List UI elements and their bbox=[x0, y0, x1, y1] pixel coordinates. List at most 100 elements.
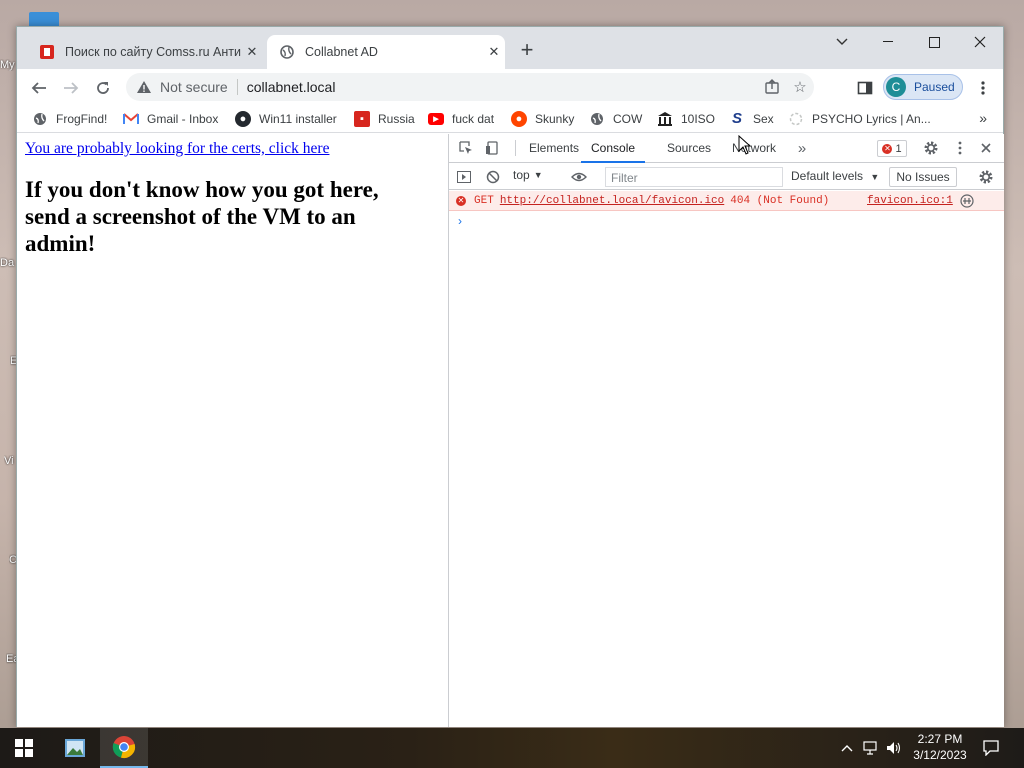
tab-close-icon[interactable]: ✕ bbox=[241, 44, 263, 60]
bookmark-label: Gmail - Inbox bbox=[147, 111, 219, 126]
dropdown-arrow-icon: ▼ bbox=[533, 170, 543, 180]
bookmark-russia[interactable]: ▪ Russia bbox=[354, 110, 415, 127]
clock-date: 3/12/2023 bbox=[913, 748, 967, 762]
close-window-button[interactable] bbox=[957, 27, 1003, 57]
certs-link[interactable]: You are probably looking for the certs, … bbox=[25, 140, 448, 158]
github-icon: ● bbox=[235, 110, 251, 127]
inspect-element-icon[interactable] bbox=[457, 139, 475, 157]
dropdown-arrow-icon: ▼ bbox=[870, 172, 880, 182]
tab-elements[interactable]: Elements bbox=[529, 141, 579, 163]
more-tabs-icon[interactable]: » bbox=[793, 139, 811, 157]
console-settings-gear-icon[interactable] bbox=[977, 168, 995, 186]
desktop-icon-label[interactable]: Da bbox=[0, 257, 16, 269]
log-levels-label: Default levels bbox=[791, 169, 864, 183]
bookmark-label: FrogFind! bbox=[56, 111, 108, 126]
console-toolbar: top ▼ Filter Default levels ▼ No Issues bbox=[449, 164, 1004, 190]
bookmark-label: fuck dat bbox=[452, 111, 495, 126]
side-panel-icon[interactable] bbox=[851, 74, 879, 102]
bookmark-label: PSYCHO Lyrics | An... bbox=[812, 111, 931, 126]
bookmark-gmail[interactable]: Gmail - Inbox bbox=[123, 111, 218, 127]
taskbar-chrome-app[interactable] bbox=[100, 728, 148, 768]
more-bookmarks-icon[interactable]: » bbox=[979, 110, 987, 126]
bookmark-star-icon[interactable]: ☆ bbox=[786, 73, 814, 101]
address-bar[interactable]: Not secure collabnet.local ☆ bbox=[126, 73, 814, 101]
warning-icon[interactable] bbox=[136, 79, 152, 95]
console-error-row: ✕ GET http://collabnet.local/favicon.ico… bbox=[449, 191, 1004, 211]
sidebar-toggle-icon[interactable] bbox=[455, 168, 473, 186]
system-clock[interactable]: 2:27 PM 3/12/2023 bbox=[904, 731, 976, 763]
bookmark-skunky[interactable]: ● Skunky bbox=[511, 110, 574, 127]
taskbar: 2:27 PM 3/12/2023 bbox=[0, 728, 1024, 768]
page-heading: If you don't know how you got here, send… bbox=[25, 177, 379, 256]
show-hidden-icons-chevron-icon[interactable] bbox=[838, 728, 856, 768]
taskbar-photos-app[interactable] bbox=[51, 728, 99, 768]
url-text[interactable]: collabnet.local bbox=[247, 79, 758, 95]
console-prompt[interactable]: › bbox=[458, 214, 462, 228]
bookmark-fuckdat[interactable]: ▶ fuck dat bbox=[428, 112, 494, 126]
globe-icon bbox=[589, 111, 605, 127]
mouse-cursor-icon bbox=[738, 135, 752, 155]
bookmark-frogfind[interactable]: FrogFind! bbox=[32, 111, 107, 127]
chrome-icon bbox=[112, 736, 136, 759]
tab-collabnet[interactable]: Collabnet AD ✕ bbox=[267, 35, 505, 69]
eye-icon[interactable] bbox=[570, 168, 588, 186]
log-levels-dropdown[interactable]: Default levels ▼ bbox=[791, 169, 879, 183]
context-value: top bbox=[513, 168, 530, 182]
profile-status: Paused bbox=[914, 80, 955, 94]
browser-window: Поиск по сайту Comss.ru Антиви ✕ Collabn… bbox=[16, 26, 1004, 727]
share-icon[interactable] bbox=[758, 73, 786, 101]
notifications-icon[interactable] bbox=[980, 728, 1002, 768]
bookmark-label: 10ISO bbox=[681, 111, 716, 126]
issues-button[interactable]: No Issues bbox=[889, 167, 957, 187]
start-button[interactable] bbox=[0, 728, 48, 768]
error-count-badge[interactable]: ✕ 1 bbox=[877, 140, 907, 157]
tab-title: Поиск по сайту Comss.ru Антиви bbox=[65, 45, 241, 59]
browser-toolbar: Not secure collabnet.local ☆ C Paused bbox=[17, 69, 1003, 105]
forward-button[interactable] bbox=[57, 74, 85, 102]
tab-console[interactable]: Console bbox=[581, 141, 646, 163]
bookmark-win11[interactable]: ● Win11 installer bbox=[235, 110, 337, 127]
console-filter-input[interactable]: Filter bbox=[605, 167, 783, 187]
error-source-link[interactable]: favicon.ico:1 bbox=[867, 195, 953, 207]
error-status: 404 (Not Found) bbox=[730, 194, 830, 207]
new-tab-button[interactable]: + bbox=[515, 39, 539, 63]
bookmark-psycho[interactable]: PSYCHO Lyrics | An... bbox=[788, 111, 931, 127]
avatar: C bbox=[886, 77, 906, 97]
comss-icon: ▪ bbox=[354, 110, 370, 127]
error-url-link[interactable]: http://collabnet.local/favicon.ico bbox=[500, 195, 724, 207]
bookmark-label: Win11 installer bbox=[259, 111, 337, 126]
devtools-menu-icon[interactable] bbox=[951, 139, 969, 157]
tab-sources[interactable]: Sources bbox=[667, 141, 711, 163]
bookmarks-bar: FrogFind! Gmail - Inbox ● Win11 installe… bbox=[17, 105, 1003, 133]
devtools-tabbar: Elements Console Sources Network » ✕ 1 bbox=[449, 134, 1004, 163]
bookmark-label: Sex bbox=[753, 111, 774, 126]
menu-kebab-icon[interactable] bbox=[969, 74, 997, 102]
close-devtools-icon[interactable] bbox=[977, 139, 995, 157]
bookmark-sex[interactable]: S Sex bbox=[729, 110, 774, 127]
back-button[interactable] bbox=[25, 74, 53, 102]
clear-console-icon[interactable] bbox=[484, 168, 502, 186]
error-count: 1 bbox=[895, 142, 902, 155]
maximize-button[interactable] bbox=[911, 27, 957, 57]
tab-search-chevron-icon[interactable] bbox=[819, 27, 865, 57]
bookmark-10iso[interactable]: 10ISO bbox=[657, 111, 715, 127]
tab-close-icon[interactable]: ✕ bbox=[483, 44, 505, 60]
bookmark-label: Russia bbox=[378, 111, 415, 126]
profile-button[interactable]: C Paused bbox=[883, 74, 963, 100]
device-toolbar-icon[interactable] bbox=[483, 139, 501, 157]
volume-icon[interactable] bbox=[884, 728, 904, 768]
address-separator bbox=[236, 79, 238, 95]
bookmark-cow[interactable]: COW bbox=[589, 111, 642, 127]
clock-time: 2:27 PM bbox=[917, 732, 963, 746]
security-status[interactable]: Not secure bbox=[160, 79, 228, 95]
settings-gear-icon[interactable] bbox=[922, 139, 940, 157]
network-icon[interactable] bbox=[860, 728, 882, 768]
reload-button[interactable] bbox=[89, 74, 117, 102]
tab-comss[interactable]: Поиск по сайту Comss.ru Антиви ✕ bbox=[27, 35, 263, 69]
error-icon: ✕ bbox=[456, 195, 466, 206]
page-content: You are probably looking for the certs, … bbox=[17, 134, 448, 727]
context-selector[interactable]: top ▼ bbox=[513, 168, 543, 182]
minimize-button[interactable] bbox=[865, 27, 911, 57]
desktop-icon-label[interactable]: My bbox=[0, 59, 16, 71]
network-request-icon[interactable] bbox=[960, 194, 974, 212]
